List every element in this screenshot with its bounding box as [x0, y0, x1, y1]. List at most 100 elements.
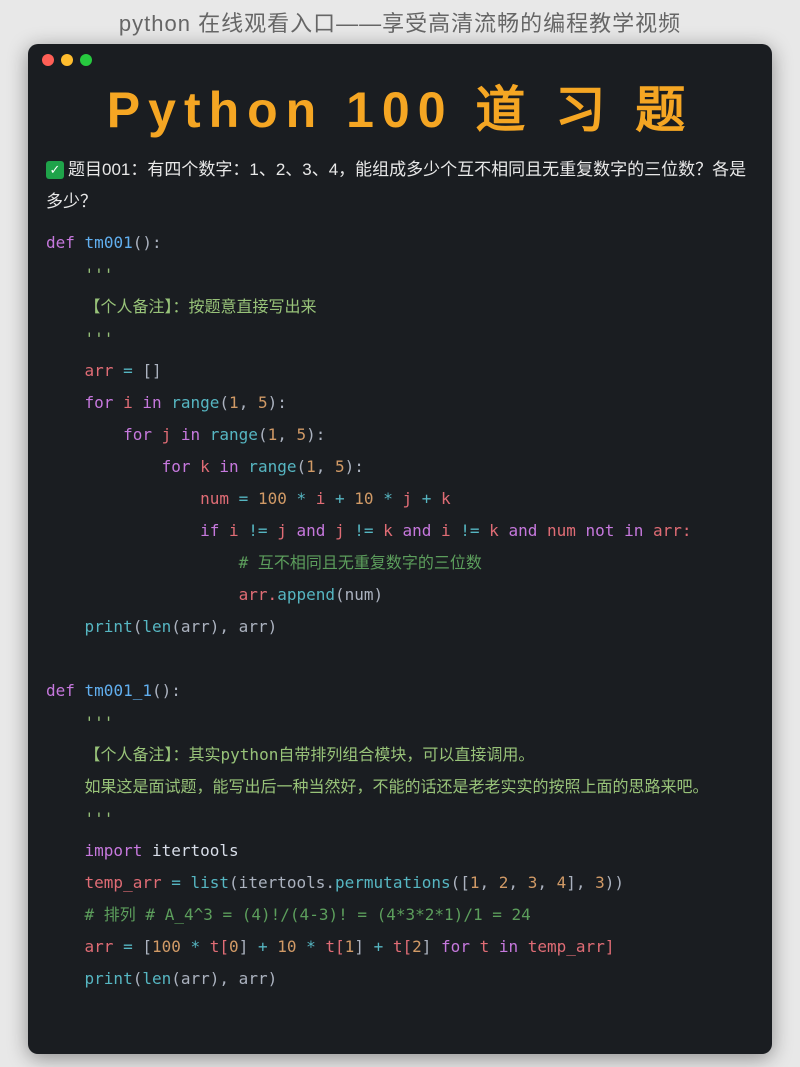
num: 1 [306, 457, 316, 476]
var: temp_arr] [518, 937, 614, 956]
op: = [239, 489, 249, 508]
punc: ( [258, 425, 268, 444]
var: k [480, 521, 509, 540]
docstring: 【个人备注】：其实python自带排列组合模块，可以直接调用。 [46, 745, 534, 764]
punc: , [239, 393, 258, 412]
docstring: 如果这是面试题，能写出后一种当然好，不能的话还是老老实实的按照上面的思路来吧。 [46, 777, 709, 796]
fn: list [191, 873, 230, 892]
punc: (arr), arr) [171, 969, 277, 988]
op: + [412, 489, 441, 508]
var: j [152, 425, 181, 444]
num: 5 [335, 457, 345, 476]
punc: (itertools. [229, 873, 335, 892]
module: itertools [142, 841, 238, 860]
fn-name: tm001 [85, 233, 133, 252]
sp [614, 521, 624, 540]
problem-statement: ✓题目001：有四个数字：1、2、3、4，能组成多少个互不相同且无重复数字的三位… [28, 152, 772, 227]
window-titlebar [28, 44, 772, 70]
op: = [171, 873, 181, 892]
var: j [268, 521, 297, 540]
op: * [374, 489, 403, 508]
close-icon[interactable] [42, 54, 54, 66]
punc: (num) [335, 585, 383, 604]
op: != [248, 521, 267, 540]
punc: ] [354, 937, 364, 956]
comment: # 排列 # A_4^3 = (4)!/(4-3)! = (4*3*2*1)/1… [46, 905, 531, 924]
fn: len [142, 617, 171, 636]
indent [46, 521, 200, 540]
kw: in [142, 393, 161, 412]
var: arr [46, 937, 123, 956]
fn: range [239, 457, 297, 476]
kw-def: def [46, 233, 75, 252]
var: temp_arr [46, 873, 171, 892]
op: != [460, 521, 479, 540]
docstring: 【个人备注】：按题意直接写出来 [46, 297, 317, 316]
op: * [287, 489, 316, 508]
op: + [325, 489, 354, 508]
op: = [123, 937, 133, 956]
var: k [374, 521, 403, 540]
kw: in [219, 457, 238, 476]
kw: in [499, 937, 518, 956]
code-block: def tm001(): ''' 【个人备注】：按题意直接写出来 ''' arr… [28, 227, 772, 995]
maximize-icon[interactable] [80, 54, 92, 66]
check-icon: ✓ [46, 161, 64, 179]
punc: ( [133, 617, 143, 636]
num: 100 [258, 489, 287, 508]
op: + [364, 937, 393, 956]
docstring: ''' [46, 265, 113, 284]
punc: ( [296, 457, 306, 476]
indent [46, 393, 85, 412]
punc: ] [239, 937, 249, 956]
num: 1 [470, 873, 480, 892]
var: arr. [46, 585, 277, 604]
kw: and [508, 521, 537, 540]
punc: ): [345, 457, 364, 476]
punc: , [508, 873, 527, 892]
var: j [402, 489, 412, 508]
num: 10 [354, 489, 373, 508]
docstring: ''' [46, 809, 113, 828]
num: 5 [296, 425, 306, 444]
var: k [191, 457, 220, 476]
num: 5 [258, 393, 268, 412]
num: 2 [412, 937, 422, 956]
sp [248, 489, 258, 508]
kw: and [402, 521, 431, 540]
punc: (): [133, 233, 162, 252]
punc: [ [133, 937, 152, 956]
fn: append [277, 585, 335, 604]
var: t[ [393, 937, 412, 956]
main-title: Python 100 道 习 题 [28, 70, 772, 152]
op: = [123, 361, 133, 380]
num: 100 [152, 937, 181, 956]
var: arr [46, 361, 123, 380]
sp [431, 937, 441, 956]
op: + [248, 937, 277, 956]
var: num [537, 521, 585, 540]
var: i [113, 393, 142, 412]
var: num [46, 489, 239, 508]
punc: ], [566, 873, 595, 892]
minimize-icon[interactable] [61, 54, 73, 66]
page-header: python 在线观看入口——享受高清流畅的编程教学视频 [0, 0, 800, 42]
fn: len [142, 969, 171, 988]
punc: ( [219, 393, 229, 412]
kw: in [181, 425, 200, 444]
fn: range [162, 393, 220, 412]
kw: for [162, 457, 191, 476]
var: arr: [643, 521, 691, 540]
kw: for [123, 425, 152, 444]
var: t[ [210, 937, 229, 956]
fn: range [200, 425, 258, 444]
op: * [181, 937, 210, 956]
var: j [325, 521, 354, 540]
var: t [470, 937, 499, 956]
kw: for [441, 937, 470, 956]
fn: permutations [335, 873, 451, 892]
fn: tm001_1 [75, 681, 152, 700]
punc: ): [268, 393, 287, 412]
num: 3 [528, 873, 538, 892]
num: 1 [345, 937, 355, 956]
